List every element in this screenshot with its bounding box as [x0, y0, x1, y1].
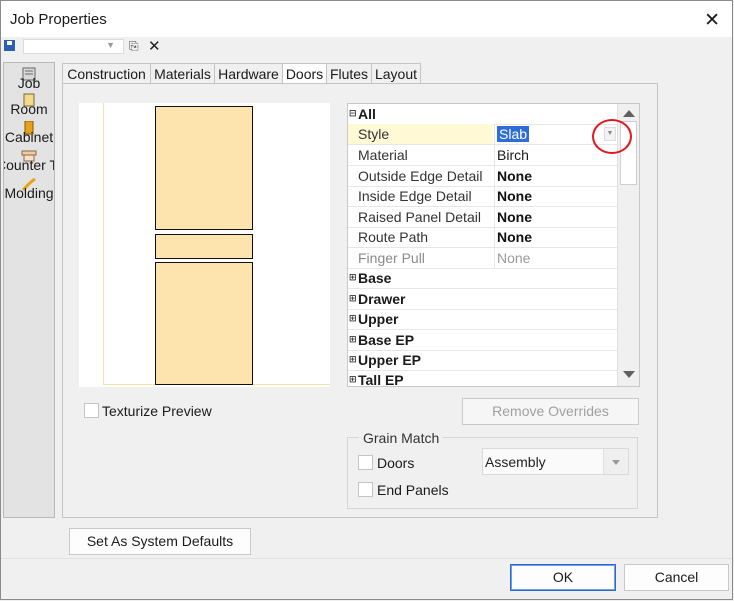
category-all[interactable]: ⊟ All: [348, 104, 618, 125]
expand-icon[interactable]: ⊞: [349, 313, 357, 324]
property-row-inside-edge[interactable]: Inside Edge Detail None: [348, 186, 618, 207]
collapse-icon[interactable]: ⊟: [349, 108, 357, 119]
property-row-route-path[interactable]: Route Path None: [348, 227, 618, 248]
expand-icon[interactable]: ⊞: [349, 272, 357, 283]
tab-doors[interactable]: Doors: [282, 63, 327, 84]
annotation-circle: [592, 119, 632, 154]
ok-button[interactable]: OK: [510, 564, 616, 591]
preset-combo[interactable]: ▼: [23, 39, 124, 54]
preview-guide-line: [103, 103, 104, 385]
close-icon[interactable]: ✕: [704, 9, 720, 32]
category-drawer[interactable]: ⊞ Drawer: [348, 289, 618, 310]
scroll-up-icon[interactable]: [623, 110, 635, 117]
doors-checkbox[interactable]: [358, 455, 373, 470]
sidebar-item-label: Molding: [4, 185, 54, 201]
cancel-button[interactable]: Cancel: [624, 564, 729, 591]
toolbar: ▼ ⎘ ✕: [1, 37, 732, 57]
sidebar-item-job[interactable]: Job: [4, 65, 54, 93]
title-bar: Job Properties ✕: [1, 1, 732, 37]
doors-label: Doors: [377, 455, 415, 471]
expand-icon[interactable]: ⊞: [349, 334, 357, 345]
end-panels-checkbox[interactable]: [358, 482, 373, 497]
copy-icon[interactable]: ⎘: [129, 40, 143, 52]
chevron-down-icon[interactable]: [603, 449, 628, 474]
sidebar-item-label: Cabinet: [4, 129, 54, 145]
property-row-raised-panel[interactable]: Raised Panel Detail None: [348, 207, 618, 228]
chevron-down-icon: ▼: [106, 40, 115, 50]
window-title: Job Properties: [10, 11, 107, 28]
delete-icon[interactable]: ✕: [148, 37, 161, 55]
tab-layout[interactable]: Layout: [371, 63, 421, 83]
property-row-style[interactable]: Style Slab ▼: [348, 124, 618, 145]
category-upper[interactable]: ⊞ Upper: [348, 309, 618, 330]
expand-icon[interactable]: ⊞: [349, 354, 357, 365]
expand-icon[interactable]: ⊞: [349, 293, 357, 304]
job-properties-dialog: Job Properties ✕ ▼ ⎘ ✕ Job Room Cabinet …: [0, 0, 733, 600]
tab-hardware[interactable]: Hardware: [214, 63, 283, 83]
door-panel-lower: [155, 262, 253, 385]
property-row-finger-pull[interactable]: Finger Pull None: [348, 248, 618, 269]
sidebar-item-counter-top[interactable]: Counter T: [4, 147, 54, 175]
scroll-down-icon[interactable]: [623, 371, 635, 378]
category-upper-ep[interactable]: ⊞ Upper EP: [348, 350, 618, 371]
tab-flutes[interactable]: Flutes: [326, 63, 372, 83]
category-tall-ep[interactable]: ⊞ Tall EP: [348, 370, 618, 386]
grain-match-doors-dropdown[interactable]: Assembly: [482, 448, 629, 475]
drawer-front: [155, 234, 253, 259]
sidebar-item-molding[interactable]: Molding: [4, 175, 54, 203]
sidebar-item-room[interactable]: Room: [4, 91, 54, 119]
set-as-system-defaults-button[interactable]: Set As System Defaults: [69, 528, 251, 555]
remove-overrides-button[interactable]: Remove Overrides: [462, 398, 639, 425]
sidebar-item-label: Job: [17, 75, 41, 91]
sidebar-item-label: Room: [10, 101, 48, 117]
property-row-material[interactable]: Material Birch: [348, 145, 618, 166]
end-panels-label: End Panels: [377, 482, 449, 498]
footer-divider: [1, 558, 732, 559]
sidebar-item-cabinet[interactable]: Cabinet: [4, 119, 54, 147]
texturize-preview-label: Texturize Preview: [102, 403, 212, 419]
texturize-preview-checkbox[interactable]: [84, 403, 99, 418]
grain-match-title: Grain Match: [359, 430, 444, 446]
tab-materials[interactable]: Materials: [150, 63, 215, 83]
door-panel-upper: [155, 106, 253, 230]
door-preview: [79, 103, 330, 387]
category-base-ep[interactable]: ⊞ Base EP: [348, 330, 618, 351]
tab-construction[interactable]: Construction: [62, 63, 151, 83]
sidebar-item-label: Counter T: [4, 157, 54, 173]
category-base[interactable]: ⊞ Base: [348, 268, 618, 289]
property-row-outside-edge[interactable]: Outside Edge Detail None: [348, 166, 618, 187]
left-navigation: Job Room Cabinet Counter T Molding: [3, 62, 55, 518]
save-icon[interactable]: [4, 40, 15, 51]
expand-icon[interactable]: ⊞: [349, 374, 357, 385]
